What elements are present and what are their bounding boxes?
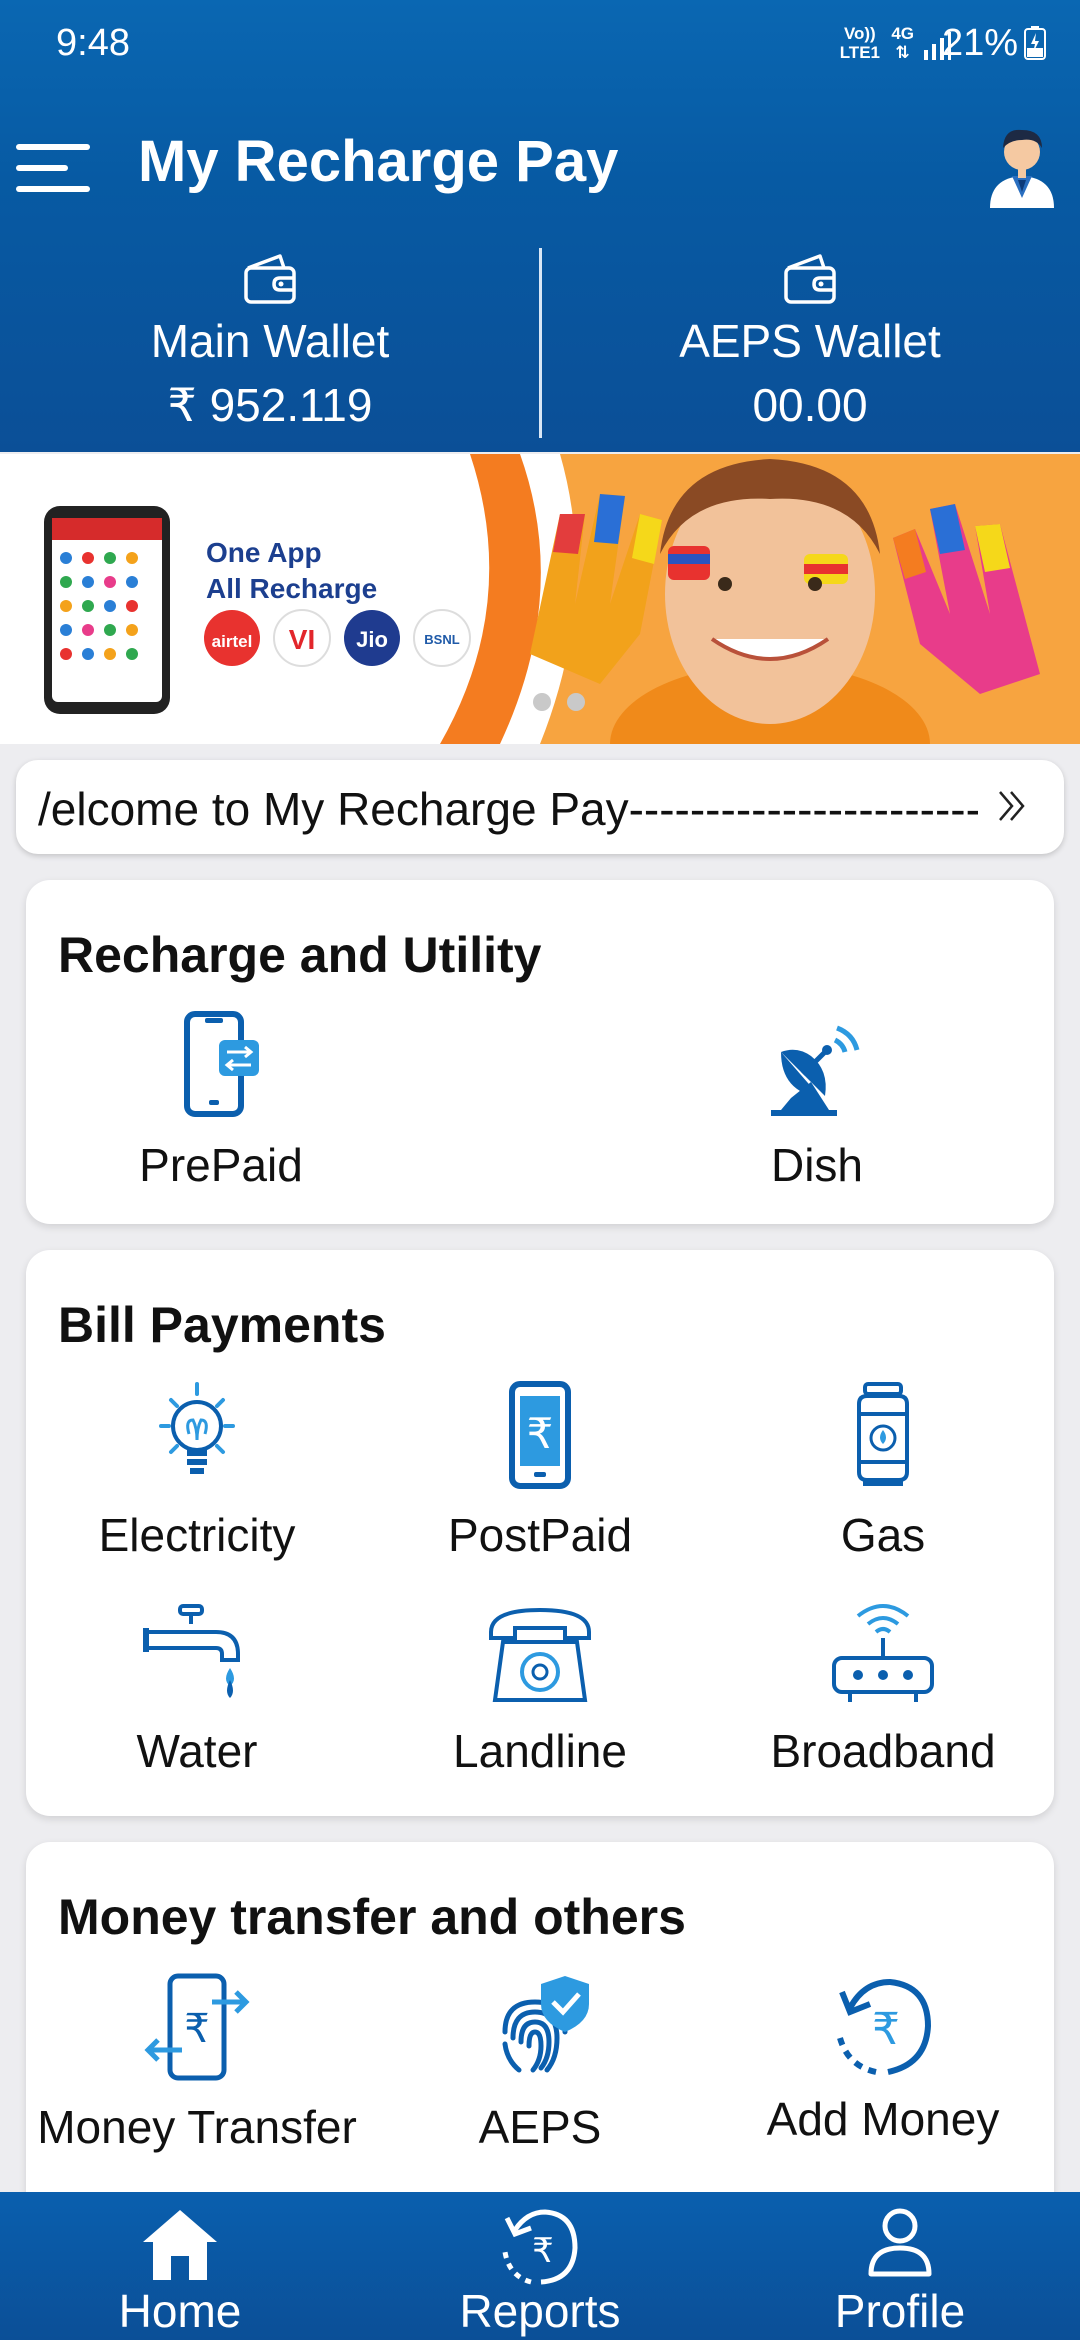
nav-label: Profile bbox=[834, 2285, 966, 2337]
battery-charging-icon bbox=[1024, 26, 1046, 60]
status-time: 9:48 bbox=[56, 22, 130, 64]
wallet-balance: ₹ 952.119 bbox=[167, 379, 373, 431]
lightbulb-icon bbox=[159, 1382, 235, 1474]
section-title: Money transfer and others bbox=[58, 1889, 686, 1945]
bill-payments-card: Bill Payments Electricity ₹ PostPaid Gas… bbox=[26, 1250, 1054, 1816]
svg-text:₹: ₹ bbox=[532, 2231, 554, 2271]
mobile-rupee-icon: ₹ bbox=[509, 1381, 571, 1489]
wallet-name: AEPS Wallet bbox=[679, 315, 941, 367]
add-money-icon: ₹ bbox=[837, 1978, 932, 2075]
brand-bsnl: BSNL bbox=[424, 632, 459, 647]
marquee-text: /elcome to My Recharge Pay--------------… bbox=[38, 783, 978, 835]
tile-label: Add Money bbox=[766, 2093, 1000, 2145]
brand-airtel: airtel bbox=[212, 632, 253, 651]
aeps-wallet[interactable]: AEPS Wallet 00.00 bbox=[540, 248, 1080, 432]
wallet-icon bbox=[784, 254, 836, 304]
section-title: Bill Payments bbox=[58, 1297, 386, 1353]
nav-reports[interactable]: ₹ Reports bbox=[360, 2192, 720, 2340]
svg-text:₹: ₹ bbox=[184, 2006, 209, 2052]
electricity-tile[interactable]: Electricity bbox=[26, 1380, 368, 1562]
tile-label: Gas bbox=[840, 1509, 926, 1561]
app-title: My Recharge Pay bbox=[138, 129, 619, 194]
volte-indicator: Vo)) LTE1 bbox=[840, 24, 880, 62]
network-type-indicator: 4G ⇅ bbox=[891, 24, 914, 62]
svg-text:₹: ₹ bbox=[527, 1409, 554, 1458]
brand-vi: VI bbox=[289, 624, 315, 655]
landline-tile[interactable]: Landline bbox=[369, 1602, 711, 1778]
gas-cylinder-icon bbox=[857, 1382, 909, 1486]
svg-text:₹: ₹ bbox=[872, 2004, 900, 2055]
postpaid-tile[interactable]: ₹ PostPaid bbox=[369, 1380, 711, 1562]
double-chevron-right-icon[interactable] bbox=[994, 788, 1030, 824]
lte-label: LTE1 bbox=[839, 43, 880, 62]
main-wallet[interactable]: Main Wallet ₹ 952.119 bbox=[0, 248, 540, 432]
status-bar: 9:48 Vo)) LTE1 4G ⇅ 21% bbox=[0, 0, 1080, 88]
recharge-utility-card: Recharge and Utility PrePaid Dish bbox=[26, 880, 1054, 1224]
nav-home[interactable]: Home bbox=[0, 2192, 360, 2340]
data-arrows-icon: ⇅ bbox=[895, 43, 910, 62]
tile-label: Landline bbox=[453, 1725, 627, 1777]
tile-label: Electricity bbox=[98, 1509, 296, 1561]
section-title: Recharge and Utility bbox=[58, 927, 542, 983]
menu-line bbox=[16, 186, 90, 192]
prepaid-tile[interactable]: PrePaid bbox=[101, 1010, 341, 1192]
nav-label: Home bbox=[118, 2285, 242, 2337]
bottom-navigation: Home ₹ Reports Profile bbox=[0, 2192, 1080, 2340]
tile-label: PostPaid bbox=[447, 1509, 633, 1561]
wallet-balance: 00.00 bbox=[752, 379, 868, 431]
money-transfer-icon: ₹ bbox=[144, 1973, 250, 2081]
wallet-panel: Main Wallet ₹ 952.119 AEPS Wallet 00.00 bbox=[0, 232, 1080, 452]
app-bar: My Recharge Pay bbox=[0, 108, 1080, 228]
menu-line bbox=[16, 165, 68, 171]
tile-label: Broadband bbox=[770, 1725, 996, 1777]
tile-label: PrePaid bbox=[139, 1139, 303, 1191]
water-tap-icon bbox=[143, 1604, 240, 1698]
reports-rupee-icon: ₹ bbox=[502, 2209, 578, 2285]
network-type-label: 4G bbox=[891, 24, 914, 43]
banner-line2: All Recharge bbox=[206, 573, 377, 604]
aeps-tile[interactable]: AEPS bbox=[369, 1972, 711, 2154]
profile-avatar[interactable] bbox=[982, 118, 1062, 208]
banner-line1: One App bbox=[206, 537, 322, 568]
landline-phone-icon bbox=[489, 1607, 591, 1702]
menu-line bbox=[16, 144, 90, 150]
money-transfer-tile[interactable]: ₹ Money Transfer bbox=[26, 1972, 368, 2154]
promo-banner[interactable]: One App All Recharge airtel VI Jio BSNL bbox=[0, 454, 1080, 744]
nav-label: Reports bbox=[459, 2285, 621, 2337]
battery-percent: 21% bbox=[941, 22, 1018, 64]
mobile-recharge-icon bbox=[184, 1011, 259, 1117]
user-icon bbox=[868, 2208, 932, 2277]
wallet-name: Main Wallet bbox=[150, 315, 390, 367]
add-money-tile[interactable]: ₹ Add Money bbox=[712, 1972, 1054, 2146]
fingerprint-shield-icon bbox=[502, 1976, 589, 2073]
welcome-marquee[interactable]: /elcome to My Recharge Pay--------------… bbox=[16, 760, 1064, 854]
satellite-dish-icon bbox=[771, 1025, 860, 1116]
gas-tile[interactable]: Gas bbox=[712, 1380, 1054, 1562]
tile-label: AEPS bbox=[478, 2101, 602, 2153]
carousel-dot[interactable] bbox=[567, 693, 585, 711]
volte-label: Vo)) bbox=[843, 24, 876, 43]
hamburger-menu-button[interactable] bbox=[16, 140, 90, 196]
tile-label: Dish bbox=[770, 1139, 864, 1191]
nav-profile[interactable]: Profile bbox=[720, 2192, 1080, 2340]
dish-tile[interactable]: Dish bbox=[697, 1010, 937, 1192]
home-icon bbox=[143, 2210, 217, 2280]
banner-artwork: One App All Recharge airtel VI Jio BSNL bbox=[44, 454, 1080, 744]
router-icon bbox=[832, 1604, 934, 1702]
tile-label: Water bbox=[136, 1725, 258, 1777]
carousel-dot[interactable] bbox=[533, 693, 551, 711]
tile-label: Money Transfer bbox=[37, 2101, 357, 2153]
brand-jio: Jio bbox=[356, 627, 388, 652]
water-tile[interactable]: Water bbox=[26, 1602, 368, 1778]
broadband-tile[interactable]: Broadband bbox=[712, 1602, 1054, 1778]
wallet-icon bbox=[244, 254, 296, 304]
